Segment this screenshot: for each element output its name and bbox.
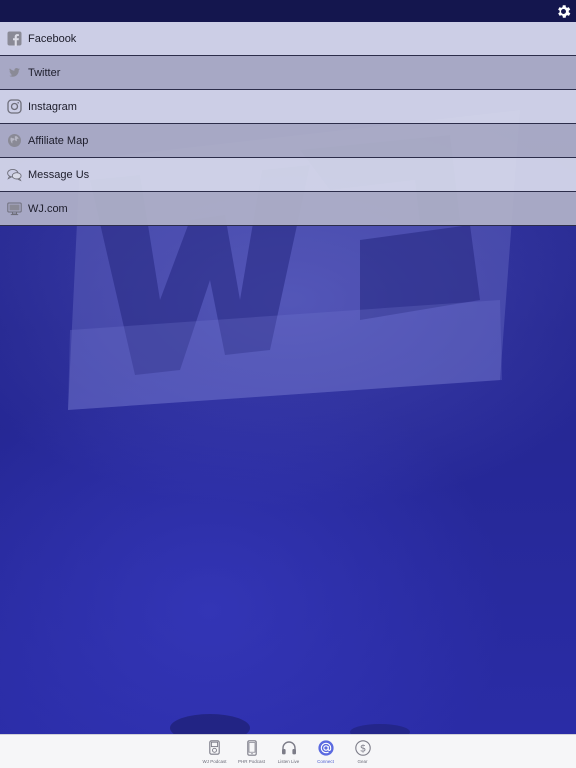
twitter-icon [7,65,22,80]
menu-item-twitter[interactable]: Twitter [0,56,576,90]
menu-item-label: Twitter [28,66,61,79]
menu-item-affiliate-map[interactable]: Affiliate Map [0,124,576,158]
phone-icon [243,739,260,756]
menu-item-label: Instagram [28,100,77,113]
tab-connect[interactable]: Connect [307,739,344,764]
tab-label: WJ Podcast [202,759,227,764]
monitor-icon [7,201,22,216]
tab-bar: WJ Podcast PHR Podcast Listen Live Conne… [0,734,576,768]
settings-button[interactable] [555,3,572,20]
at-sign-icon [317,739,334,756]
menu-item-label: Facebook [28,32,77,45]
tab-label: Listen Live [277,759,300,764]
svg-text:$: $ [359,743,365,754]
menu-item-wj-com[interactable]: WJ.com [0,192,576,226]
menu-item-label: Message Us [28,168,90,181]
menu-item-label: Affiliate Map [28,134,89,147]
ipod-icon [206,739,223,756]
tab-label: Connect [317,759,334,764]
tab-label: Gear [357,759,368,764]
instagram-icon [7,99,22,114]
menu-item-facebook[interactable]: Facebook [0,22,576,56]
tab-label: PHR Podcast [237,759,265,764]
chat-bubbles-icon [7,167,22,182]
tab-wj-podcast[interactable]: WJ Podcast [196,739,233,764]
facebook-icon [7,31,22,46]
tab-phr-podcast[interactable]: PHR Podcast [233,739,270,764]
headphones-icon [280,739,297,756]
connect-menu: Facebook Twitter Instagram Affiliate Map [0,22,576,226]
tab-listen-live[interactable]: Listen Live [270,739,307,764]
menu-item-message-us[interactable]: Message Us [0,158,576,192]
menu-item-label: WJ.com [28,202,68,215]
status-bar [0,0,576,22]
tab-gear[interactable]: $ Gear [344,739,381,764]
globe-icon [7,133,22,148]
gear-icon [558,5,571,18]
dollar-icon: $ [354,739,371,756]
menu-item-instagram[interactable]: Instagram [0,90,576,124]
